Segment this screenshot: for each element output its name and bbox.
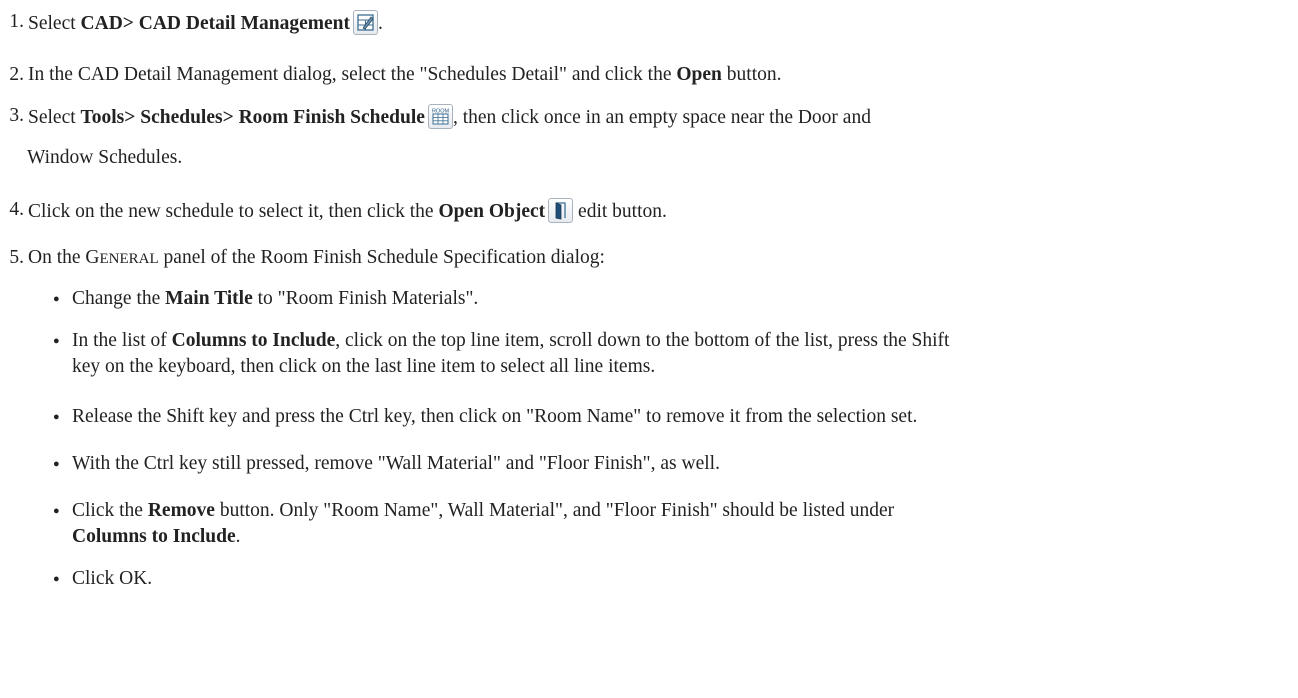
step-number: 4. [9, 199, 24, 220]
field-name: Columns to Include [171, 330, 336, 351]
step-text-line-2: Window Schedules. [27, 147, 183, 168]
step-number: 5. [9, 247, 24, 268]
open-object-icon[interactable] [548, 198, 574, 223]
bullet-marker: ● [53, 458, 60, 470]
sub-step-text: Click the Remove button. Only "Room Name… [72, 500, 895, 521]
bullet-marker: ● [53, 293, 60, 305]
button-name: Open [676, 64, 722, 85]
step-number: 3. [9, 105, 24, 126]
field-name: Columns to Include [72, 526, 236, 547]
bullet-marker: ● [53, 411, 60, 423]
sub-step-text-line-2: Columns to Include. [72, 526, 241, 547]
step-text: Select CAD> CAD Detail Management. [28, 10, 383, 36]
menu-path: Tools> Schedules> Room Finish Schedule [80, 107, 425, 128]
step-text: Click on the new schedule to select it, … [28, 198, 667, 224]
sub-step-text: In the list of Columns to Include, click… [72, 330, 950, 351]
menu-path: CAD> CAD Detail Management [80, 13, 350, 34]
button-name: Open Object [438, 201, 546, 222]
panel-name-initial: G [85, 247, 100, 268]
field-name: Main Title [165, 288, 253, 309]
room-finish-schedule-icon[interactable]: ROOM [427, 104, 453, 129]
panel-name-rest: ENERAL [99, 251, 159, 267]
step-text: On the GENERAL panel of the Room Finish … [28, 247, 605, 268]
sub-step-text-line-2: key on the keyboard, then click on the l… [72, 356, 656, 377]
step-number: 1. [9, 11, 24, 32]
sub-step-text: Click OK. [72, 568, 153, 589]
step-text: In the CAD Detail Management dialog, sel… [28, 64, 782, 85]
step-text: Select Tools> Schedules> Room Finish Sch… [27, 104, 871, 170]
bullet-marker: ● [53, 505, 60, 517]
bullet-marker: ● [53, 335, 60, 347]
cad-detail-management-icon[interactable] [352, 10, 378, 35]
sub-step-text: Change the Main Title to "Room Finish Ma… [72, 288, 479, 309]
bullet-marker: ● [53, 573, 60, 585]
step-number: 2. [9, 64, 24, 85]
sub-step-text: Release the Shift key and press the Ctrl… [72, 406, 918, 427]
sub-step-text: With the Ctrl key still pressed, remove … [72, 453, 720, 474]
button-name: Remove [147, 500, 215, 521]
